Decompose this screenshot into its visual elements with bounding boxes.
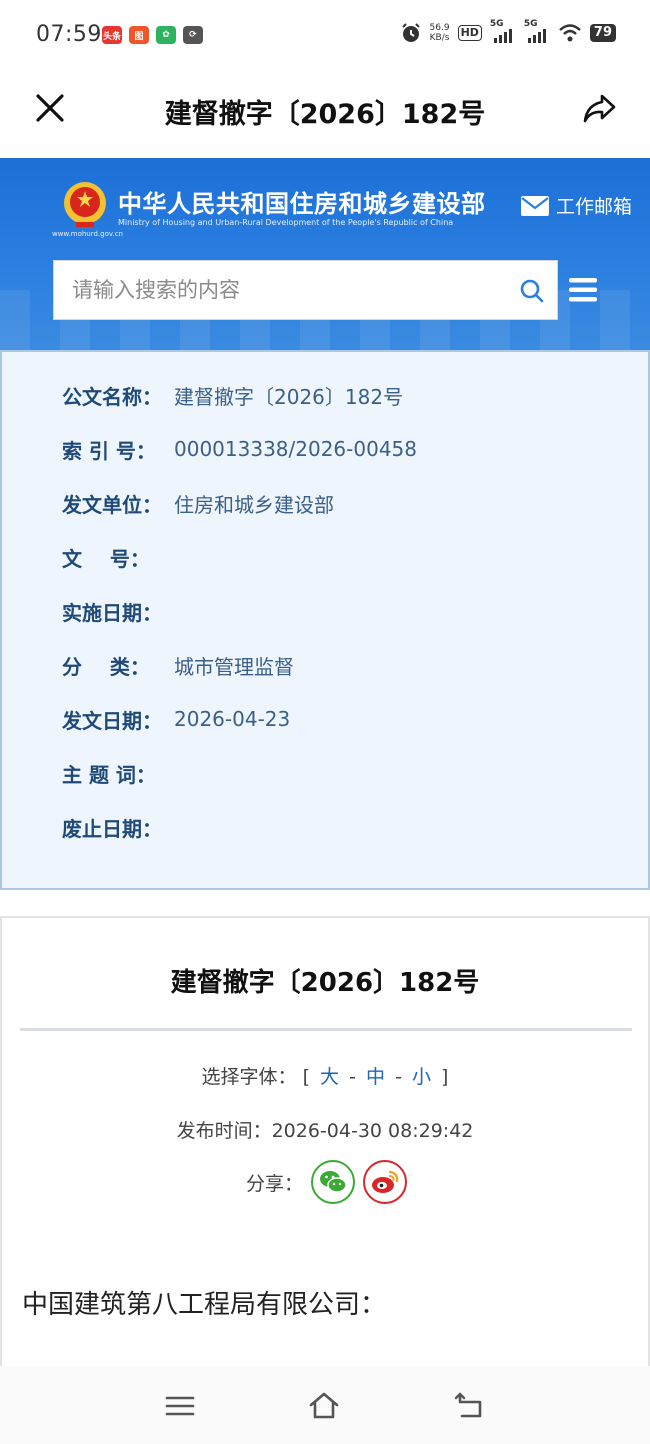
site-url: www.mohurd.gov.cn bbox=[52, 230, 123, 238]
hd-badge: HD bbox=[457, 25, 482, 41]
alarm-icon bbox=[401, 23, 420, 42]
wechat-icon bbox=[320, 1171, 347, 1193]
ministry-name-cn: 中华人民共和国住房和城乡建设部 bbox=[118, 190, 486, 218]
back-icon[interactable] bbox=[454, 1390, 486, 1422]
meta-row-keywords: 主 题 词： bbox=[62, 762, 156, 787]
signal-5g-2: 5G bbox=[524, 19, 550, 43]
document-meta-panel: 公文名称： 建督撤字〔2026〕182号 索 引 号： 000013338/20… bbox=[0, 350, 650, 890]
meta-row-index-number: 索 引 号： 000013338/2026-00458 bbox=[62, 437, 417, 463]
share-label: 分享： bbox=[246, 1172, 304, 1195]
document-content-card: 建督撤字〔2026〕182号 选择字体： [ 大 - 中 - 小 ] 发布时间：… bbox=[0, 916, 650, 1376]
weibo-icon bbox=[372, 1170, 399, 1193]
meta-row-issue-date: 发文日期： 2026-04-23 bbox=[62, 707, 291, 733]
status-time: 07:59 bbox=[36, 22, 102, 47]
publish-time: 发布时间：2026-04-30 08:29:42 bbox=[176, 1120, 474, 1142]
toutiao-app-icon: 头条 bbox=[102, 26, 122, 44]
site-header-banner: www.mohurd.gov.cn 中华人民共和国住房和城乡建设部 Minist… bbox=[0, 158, 650, 350]
meta-row-effective-date: 实施日期： bbox=[62, 600, 162, 625]
hamburger-menu-icon[interactable] bbox=[568, 276, 598, 304]
document-title: 建督撤字〔2026〕182号 bbox=[170, 968, 480, 998]
search-icon[interactable] bbox=[519, 278, 545, 304]
top-nav-bar: 建督撤字〔2026〕182号 bbox=[0, 72, 650, 158]
battery-indicator: 79 bbox=[589, 24, 616, 42]
wechat-share-button[interactable] bbox=[311, 1160, 356, 1204]
search-input[interactable] bbox=[54, 261, 494, 319]
mail-icon bbox=[520, 195, 549, 216]
search-bar bbox=[53, 260, 558, 320]
font-large-button[interactable]: 大 bbox=[316, 1066, 343, 1088]
system-navigation-bar bbox=[0, 1366, 650, 1444]
meta-row-doc-name: 公文名称： 建督撤字〔2026〕182号 bbox=[62, 384, 404, 409]
meta-row-doc-number: 文 号： bbox=[62, 546, 150, 571]
font-size-selector: 选择字体： [ 大 - 中 - 小 ] bbox=[201, 1066, 449, 1088]
recent-apps-icon[interactable] bbox=[164, 1390, 196, 1422]
status-bar: 07:59 头条 图 ✿ ⟳ 56.9 KB/s HD 5G 5G 79 bbox=[0, 0, 650, 72]
sync-app-icon: ⟳ bbox=[183, 26, 203, 44]
font-small-button[interactable]: 小 bbox=[408, 1066, 435, 1088]
network-speed: 56.9 KB/s bbox=[429, 23, 450, 43]
weibo-share-button[interactable] bbox=[363, 1160, 408, 1204]
national-emblem-icon bbox=[64, 182, 106, 227]
font-medium-button[interactable]: 中 bbox=[362, 1066, 389, 1088]
mailbox-label: 工作邮箱 bbox=[555, 196, 632, 218]
title-divider bbox=[20, 1028, 632, 1031]
share-icon[interactable] bbox=[580, 88, 620, 128]
meta-row-category: 分 类： 城市管理监督 bbox=[62, 654, 294, 679]
document-recipient: 中国建筑第八工程局有限公司： bbox=[22, 1290, 387, 1320]
green-app-icon: ✿ bbox=[156, 26, 176, 44]
home-icon[interactable] bbox=[308, 1390, 340, 1422]
status-indicators: 56.9 KB/s HD 5G 5G 79 bbox=[400, 19, 616, 44]
status-app-icons: 头条 图 ✿ ⟳ bbox=[102, 26, 203, 44]
page-title: 建督撤字〔2026〕182号 bbox=[164, 99, 486, 130]
meta-row-repeal-date: 废止日期： bbox=[62, 816, 162, 841]
meta-row-issuer: 发文单位： 住房和城乡建设部 bbox=[62, 492, 334, 517]
ministry-name-en: Ministry of Housing and Urban-Rural Deve… bbox=[118, 218, 454, 227]
signal-5g-1: 5G bbox=[490, 19, 516, 43]
wifi-icon bbox=[559, 24, 581, 42]
share-row: 分享： bbox=[246, 1160, 408, 1204]
image-app-icon: 图 bbox=[129, 26, 149, 44]
work-mailbox-link[interactable]: 工作邮箱 bbox=[520, 192, 632, 219]
